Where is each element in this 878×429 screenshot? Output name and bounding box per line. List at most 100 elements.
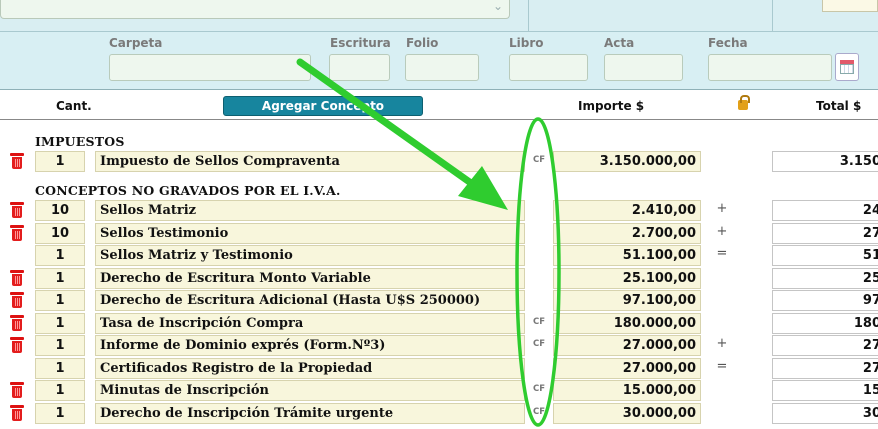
quantity-field[interactable]: 1 — [35, 290, 85, 311]
top-panel: ⌄ — [0, 0, 878, 32]
trash-icon[interactable] — [10, 202, 24, 218]
table-row: 10 Sellos Matriz 2.410,00 +24 — [0, 199, 878, 221]
total-field: 27 — [772, 358, 878, 379]
table-row: 1 Tasa de Inscripción Compra CF 180.000,00 1… — [0, 312, 878, 334]
importe-field[interactable]: 97.100,00 — [553, 290, 701, 311]
trash-icon[interactable] — [10, 337, 24, 353]
concept-description[interactable]: Certificados Registro de la Propiedad — [95, 358, 525, 379]
folio-label: Folio — [406, 36, 439, 50]
concept-description[interactable]: Sellos Matriz — [95, 200, 525, 221]
quantity-field[interactable]: 10 — [35, 223, 85, 244]
total-field: 97 — [772, 290, 878, 311]
quantity-field[interactable]: 1 — [35, 245, 85, 266]
concept-description[interactable]: Informe de Dominio exprés (Form.Nº3) — [95, 335, 525, 356]
concept-description[interactable]: Minutas de Inscripción — [95, 380, 525, 401]
calendar-icon[interactable] — [835, 53, 859, 81]
trash-icon[interactable] — [10, 225, 24, 241]
importe-field[interactable]: 3.150.000,00 — [553, 151, 701, 172]
operator-sign: + — [716, 224, 728, 239]
importe-header: Importe $ — [578, 99, 645, 113]
trash-icon[interactable] — [10, 270, 24, 286]
carpeta-label: Carpeta — [109, 36, 163, 50]
total-field: 51 — [772, 245, 878, 266]
cf-flag: CF — [533, 339, 546, 349]
quantity-field[interactable]: 1 — [35, 313, 85, 334]
total-header: Total $ — [816, 99, 862, 113]
table-row: 1 Sellos Matriz y Testimonio 51.100,00 = 51 — [0, 244, 878, 266]
quantity-field[interactable]: 10 — [35, 200, 85, 221]
table-header: Cant. Agregar Concepto Importe $ Total $ — [0, 91, 878, 120]
quantity-field[interactable]: 1 — [35, 268, 85, 289]
operator-sign: = — [716, 359, 728, 374]
concept-description[interactable]: Derecho de Escritura Adicional (Hasta U$… — [95, 290, 525, 311]
section-impuestos: IMPUESTOS — [35, 134, 125, 149]
fecha-label: Fecha — [708, 36, 748, 50]
section-no-gravados: CONCEPTOS NO GRAVADOS POR EL I.V.A. — [35, 183, 341, 198]
importe-field[interactable]: 2.700,00 — [553, 223, 701, 244]
top-value-box — [822, 0, 878, 12]
cf-flag: CF — [533, 407, 546, 417]
operator-sign: + — [716, 201, 728, 216]
importe-field[interactable]: 27.000,00 — [553, 335, 701, 356]
cf-flag: CF — [533, 384, 546, 394]
trash-icon[interactable] — [10, 315, 24, 331]
total-field: 3.150 — [772, 151, 878, 172]
quantity-field[interactable]: 1 — [35, 358, 85, 379]
total-field: 180 — [772, 313, 878, 334]
concept-description[interactable]: Derecho de Escritura Monto Variable — [95, 268, 525, 289]
importe-field[interactable]: 180.000,00 — [553, 313, 701, 334]
fecha-input[interactable] — [708, 54, 832, 81]
table-row: 1 Impuesto de Sellos Compraventa CF 3.150.0… — [0, 150, 878, 172]
quantity-field[interactable]: 1 — [35, 380, 85, 401]
divider — [772, 0, 773, 32]
trash-icon[interactable] — [10, 405, 24, 421]
libro-input[interactable] — [509, 54, 588, 81]
table-row: 1 Derecho de Escritura Monto Variable 25.1… — [0, 267, 878, 289]
concept-description[interactable]: Sellos Testimonio — [95, 223, 525, 244]
cf-flag: CF — [533, 155, 546, 165]
trash-icon[interactable] — [10, 382, 24, 398]
add-concept-button[interactable]: Agregar Concepto — [223, 96, 423, 116]
quantity-field[interactable]: 1 — [35, 403, 85, 424]
escritura-label: Escritura — [330, 36, 391, 50]
lock-icon[interactable] — [738, 95, 750, 110]
importe-field[interactable]: 30.000,00 — [553, 403, 701, 424]
total-field: 15 — [772, 380, 878, 401]
importe-field[interactable]: 2.410,00 — [553, 200, 701, 221]
folio-input[interactable] — [405, 54, 479, 81]
document-fields: Carpeta Escritura Folio Libro Acta Fecha — [0, 32, 878, 90]
total-field: 27 — [772, 223, 878, 244]
total-field: 24 — [772, 200, 878, 221]
concept-description[interactable]: Tasa de Inscripción Compra — [95, 313, 525, 334]
importe-field[interactable]: 27.000,00 — [553, 358, 701, 379]
total-field: 27 — [772, 335, 878, 356]
importe-field[interactable]: 51.100,00 — [553, 245, 701, 266]
table-row: 1 Derecho de Inscripción Trámite urgente C… — [0, 402, 878, 424]
escritura-input[interactable] — [329, 54, 390, 81]
table-row: 1 Informe de Dominio exprés (Form.Nº3) CF 2… — [0, 334, 878, 356]
table-row: 1 Certificados Registro de la Propiedad 27… — [0, 357, 878, 379]
table-row: 1 Minutas de Inscripción CF 15.000,00 15 — [0, 379, 878, 401]
libro-label: Libro — [509, 36, 544, 50]
total-field: 30 — [772, 403, 878, 424]
table-row: 10 Sellos Testimonio 2.700,00 +27 — [0, 222, 878, 244]
cant-header: Cant. — [56, 99, 92, 113]
concept-description[interactable]: Derecho de Inscripción Trámite urgente — [95, 403, 525, 424]
table-row: 1 Derecho de Escritura Adicional (Hasta U… — [0, 289, 878, 311]
concept-description[interactable]: Impuesto de Sellos Compraventa — [95, 151, 525, 172]
total-field: 25 — [772, 268, 878, 289]
trash-icon[interactable] — [10, 292, 24, 308]
quantity-field[interactable]: 1 — [35, 151, 85, 172]
carpeta-input[interactable] — [109, 54, 311, 81]
trash-icon[interactable] — [10, 153, 24, 169]
operator-sign: + — [716, 336, 728, 351]
concept-description[interactable]: Sellos Matriz y Testimonio — [95, 245, 525, 266]
importe-field[interactable]: 25.100,00 — [553, 268, 701, 289]
importe-field[interactable]: 15.000,00 — [553, 380, 701, 401]
acta-input[interactable] — [604, 54, 683, 81]
divider — [528, 0, 529, 32]
chevron-down-icon: ⌄ — [492, 0, 503, 13]
top-select[interactable]: ⌄ — [0, 0, 510, 19]
quantity-field[interactable]: 1 — [35, 335, 85, 356]
operator-sign: = — [716, 246, 728, 261]
